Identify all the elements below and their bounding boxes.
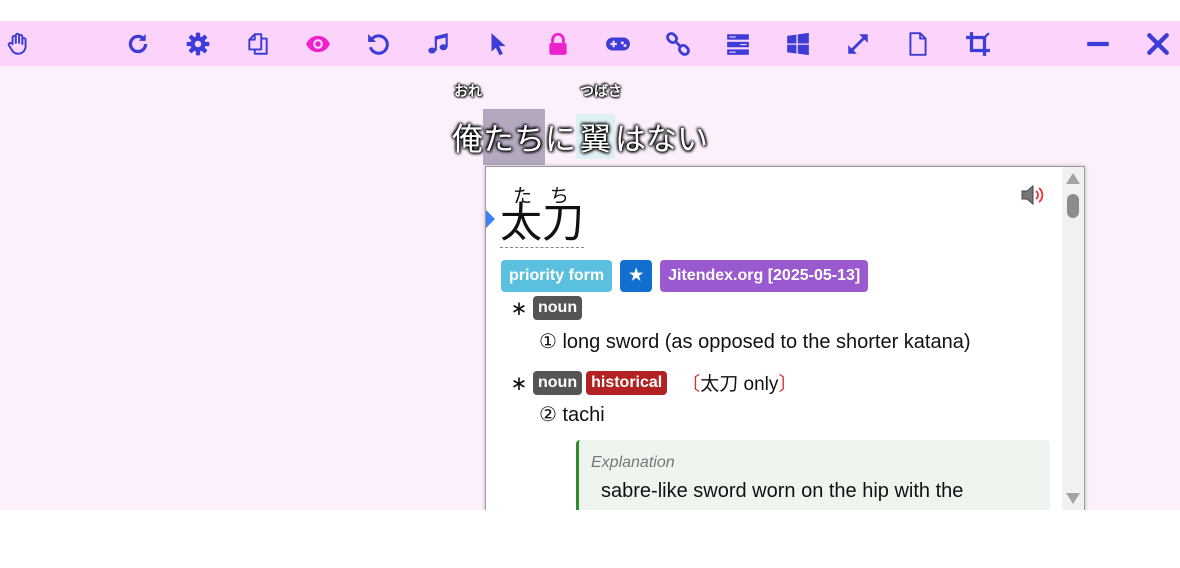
scroll-down-arrow[interactable] bbox=[1066, 493, 1080, 504]
file-button[interactable] bbox=[901, 27, 935, 61]
expand-icon bbox=[848, 34, 868, 54]
list-icon bbox=[727, 34, 749, 55]
explanation-text: sabre-like sword worn on the hip with th… bbox=[601, 480, 964, 502]
copy-icon bbox=[248, 33, 268, 55]
historical-tag: historical bbox=[586, 370, 668, 395]
restriction-open-bracket: 〔 bbox=[681, 374, 701, 395]
music-icon bbox=[428, 33, 448, 54]
word-tachi-highlighted[interactable]: たち bbox=[483, 109, 545, 165]
pos-noun-tag: noun bbox=[533, 370, 583, 395]
word-tsubasa[interactable]: 翼 bbox=[576, 114, 615, 159]
toolbar bbox=[0, 21, 1180, 66]
desktop-area bbox=[0, 510, 1180, 568]
sense-1-gloss: ① long sword (as opposed to the shorter … bbox=[539, 331, 971, 353]
undo-button[interactable] bbox=[361, 27, 395, 61]
speaker-icon bbox=[1021, 184, 1044, 206]
windows-button[interactable] bbox=[781, 27, 815, 61]
restriction-close-bracket: 〕 bbox=[778, 374, 798, 395]
list-button[interactable] bbox=[721, 27, 755, 61]
headword: 太刀 bbox=[500, 198, 585, 248]
audio-button[interactable] bbox=[421, 27, 455, 61]
play-audio-button[interactable] bbox=[1020, 184, 1048, 206]
close-icon bbox=[1147, 33, 1169, 55]
minimize-icon bbox=[1087, 41, 1109, 47]
link-button[interactable] bbox=[661, 27, 695, 61]
sentence-line: おれ つばさ 俺たちに翼はない bbox=[452, 75, 742, 165]
ruby-ore: おれ bbox=[454, 84, 482, 100]
word-ni[interactable]: に bbox=[545, 114, 576, 159]
crop-icon bbox=[966, 32, 990, 56]
sense-bullet: ∗ bbox=[510, 370, 528, 395]
hand-icon bbox=[7, 32, 27, 55]
close-button[interactable] bbox=[1141, 27, 1175, 61]
word-hanai[interactable]: はない bbox=[615, 114, 708, 159]
sense-2-header: ∗ noun historical 〔太刀 only〕 bbox=[509, 369, 797, 396]
windows-icon bbox=[787, 32, 809, 56]
sentence-text: 俺たちに翼はない bbox=[452, 109, 708, 165]
minimize-button[interactable] bbox=[1081, 27, 1115, 61]
sense-1-header: ∗ noun bbox=[509, 296, 583, 320]
ruby-tsubasa: つばさ bbox=[580, 84, 622, 100]
restriction-text: 太刀 only bbox=[700, 374, 779, 395]
reload-button[interactable] bbox=[121, 27, 155, 61]
entry-marker bbox=[486, 210, 495, 228]
gamepad-icon bbox=[606, 37, 630, 51]
pointer-icon bbox=[491, 33, 506, 56]
undo-icon bbox=[368, 34, 389, 55]
gear-icon bbox=[186, 32, 210, 56]
restriction-note: 〔太刀 only〕 bbox=[681, 369, 797, 396]
reload-icon bbox=[128, 34, 148, 54]
explanation-label: Explanation bbox=[591, 454, 675, 471]
explanation-box: Explanation sabre-like sword worn on the… bbox=[576, 440, 1050, 520]
link-icon bbox=[666, 32, 690, 56]
popup-scrollbar[interactable] bbox=[1062, 167, 1084, 510]
word-ore[interactable]: 俺 bbox=[452, 114, 483, 159]
file-icon bbox=[909, 32, 927, 56]
scroll-thumb[interactable] bbox=[1067, 194, 1079, 218]
gamepad-button[interactable] bbox=[601, 27, 635, 61]
pos-noun-tag: noun bbox=[533, 296, 583, 320]
hand-button[interactable] bbox=[1, 27, 35, 61]
crop-button[interactable] bbox=[961, 27, 995, 61]
settings-button[interactable] bbox=[181, 27, 215, 61]
sense-bullet: ∗ bbox=[510, 296, 528, 320]
copy-button[interactable] bbox=[241, 27, 275, 61]
fullscreen-button[interactable] bbox=[841, 27, 875, 61]
pointer-button[interactable] bbox=[481, 27, 515, 61]
entry-tags: priority form ★ Jitendex.org [2025-05-13… bbox=[501, 260, 869, 292]
lock-icon bbox=[549, 32, 567, 55]
sense-2-gloss: ② tachi bbox=[539, 404, 605, 426]
star-tag: ★ bbox=[620, 260, 653, 292]
dictionary-tag: Jitendex.org [2025-05-13] bbox=[660, 260, 869, 292]
eye-icon bbox=[306, 35, 330, 53]
lock-button[interactable] bbox=[541, 27, 575, 61]
visibility-button[interactable] bbox=[301, 27, 335, 61]
scroll-up-arrow[interactable] bbox=[1066, 173, 1080, 184]
priority-form-tag: priority form bbox=[501, 260, 613, 292]
